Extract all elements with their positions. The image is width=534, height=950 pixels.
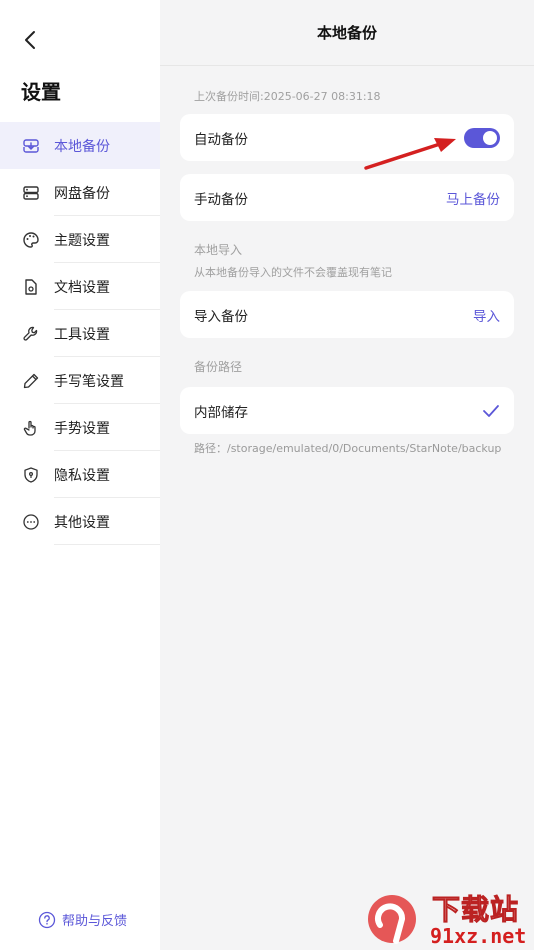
sidebar-title: 设置 <box>21 80 61 104</box>
page-title: 本地备份 <box>316 24 377 42</box>
auto-backup-row: 自动备份 <box>180 114 514 161</box>
internal-storage-row[interactable]: 内部储存 <box>180 387 514 434</box>
help-feedback-label: 帮助与反馈 <box>62 914 128 929</box>
cloud-drive-icon <box>21 183 41 203</box>
help-icon <box>38 911 56 928</box>
sidebar-item-label: 本地备份 <box>54 138 110 155</box>
chevron-left-icon <box>25 31 35 49</box>
sidebar-item-label: 其他设置 <box>54 514 110 531</box>
sidebar-item-label: 文档设置 <box>54 279 110 296</box>
watermark-text: 下载站 <box>431 893 520 927</box>
internal-storage-label: 内部储存 <box>194 404 248 421</box>
sidebar-item-label: 主题设置 <box>54 232 110 249</box>
backup-path-text: 路径：/storage/emulated/0/Documents/StarNot… <box>194 442 502 455</box>
auto-backup-label: 自动备份 <box>194 131 248 148</box>
import-backup-row: 导入备份 导入 <box>180 291 514 338</box>
check-icon <box>483 404 499 417</box>
sidebar-item-label: 网盘备份 <box>54 185 110 202</box>
watermark-url: 91xz.net <box>430 924 527 948</box>
last-backup-time: 上次备份时间:2025-06-27 08:31:18 <box>194 90 381 103</box>
backup-path-section-title: 备份路径 <box>194 360 243 374</box>
backup-now-button[interactable]: 马上备份 <box>446 188 500 208</box>
local-backup-panel: 本地备份 上次备份时间:2025-06-27 08:31:18 自动备份 手动备… <box>160 0 534 950</box>
shield-icon <box>21 465 41 485</box>
import-section-title: 本地导入 <box>194 243 243 257</box>
sidebar-item-document[interactable]: 文档设置 <box>0 263 160 310</box>
manual-backup-label: 手动备份 <box>194 191 248 208</box>
sidebar-item-label: 手写笔设置 <box>54 373 124 390</box>
manual-backup-row: 手动备份 马上备份 <box>180 174 514 221</box>
sidebar-item-other[interactable]: 其他设置 <box>0 498 160 545</box>
sidebar-item-label: 工具设置 <box>54 326 110 343</box>
pen-icon <box>21 371 41 391</box>
sidebar-item-local-backup[interactable]: 本地备份 <box>0 122 160 169</box>
back-button[interactable] <box>18 28 42 52</box>
import-section-note: 从本地备份导入的文件不会覆盖现有笔记 <box>194 266 392 279</box>
hand-gesture-icon <box>21 418 41 438</box>
annotation-arrow-icon <box>364 138 456 170</box>
divider <box>54 544 160 545</box>
settings-sidebar: 设置 本地备份 网盘备份 主题设置 文档设置 工具设置 手写笔设置 手势设置 隐… <box>0 0 160 950</box>
import-button[interactable]: 导入 <box>473 305 500 325</box>
sidebar-item-cloud-backup[interactable]: 网盘备份 <box>0 169 160 216</box>
auto-backup-toggle[interactable] <box>464 127 500 148</box>
sidebar-item-label: 手势设置 <box>54 420 110 437</box>
document-gear-icon <box>21 277 41 297</box>
wrench-icon <box>21 324 41 344</box>
sidebar-item-label: 隐私设置 <box>54 467 110 484</box>
import-backup-label: 导入备份 <box>194 308 248 325</box>
palette-icon <box>21 230 41 250</box>
sidebar-item-privacy[interactable]: 隐私设置 <box>0 451 160 498</box>
settings-nav: 本地备份 网盘备份 主题设置 文档设置 工具设置 手写笔设置 手势设置 隐私设置… <box>0 122 160 545</box>
sidebar-item-tools[interactable]: 工具设置 <box>0 310 160 357</box>
sidebar-item-gesture[interactable]: 手势设置 <box>0 404 160 451</box>
sidebar-item-stylus[interactable]: 手写笔设置 <box>0 357 160 404</box>
help-feedback-link[interactable]: 帮助与反馈 <box>38 910 127 929</box>
local-backup-icon <box>21 136 41 156</box>
sidebar-item-theme[interactable]: 主题设置 <box>0 216 160 263</box>
panel-header: 本地备份 <box>160 0 534 66</box>
toggle-knob <box>483 130 497 145</box>
more-icon <box>21 512 41 532</box>
